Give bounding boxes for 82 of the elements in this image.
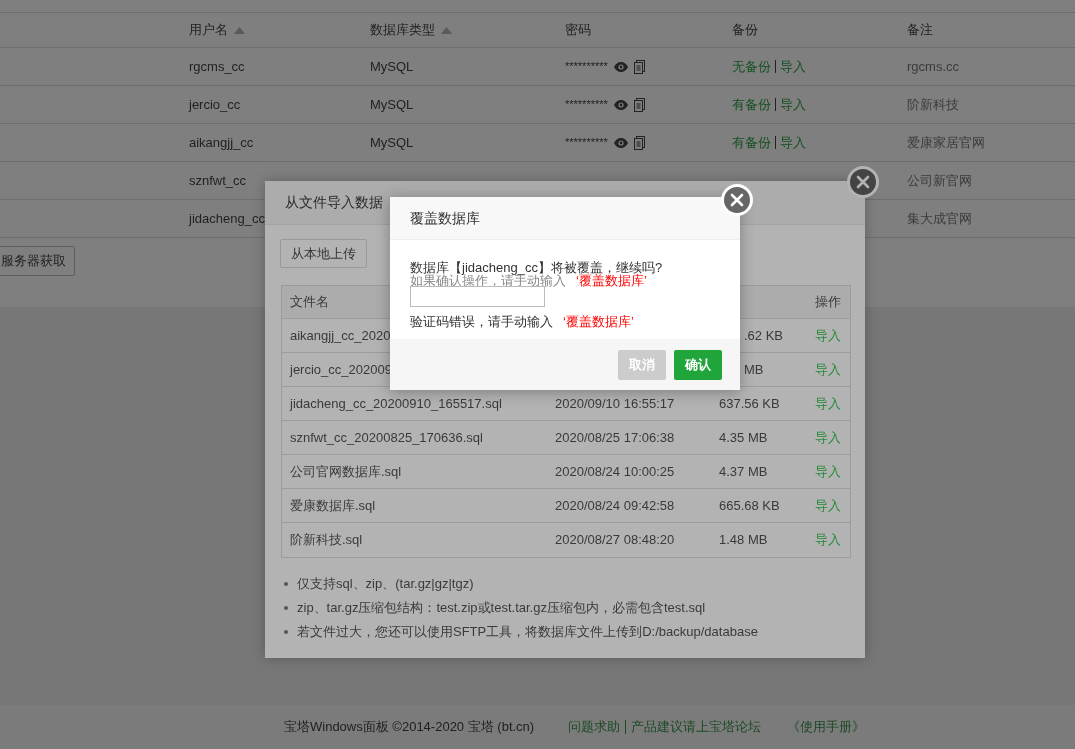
copy-icon[interactable] bbox=[633, 97, 645, 112]
size-cell: MB bbox=[744, 361, 764, 377]
table-cell-text: sznfwt_cc bbox=[189, 171, 247, 190]
import-link[interactable]: 导入 bbox=[815, 495, 841, 516]
footer-link[interactable]: 产品建议请上宝塔论坛 bbox=[631, 717, 762, 737]
hint-text: 如果确认操作，请手动输入 bbox=[410, 274, 566, 287]
note-text: 若文件过大，您还可以使用SFTP工具，将数据库文件上传到D:/backup/database bbox=[297, 622, 758, 641]
table-cell-text: 公司新官网 bbox=[907, 171, 972, 190]
eye-icon[interactable] bbox=[613, 99, 628, 110]
file-name-cell: sznfwt_cc_20200825_170636.sql bbox=[290, 429, 483, 445]
copy-icon[interactable] bbox=[633, 59, 645, 74]
import-link[interactable]: 导入 bbox=[815, 359, 841, 380]
eye-icon[interactable] bbox=[613, 61, 628, 72]
time-cell: 2020/09/10 16:55:17 bbox=[555, 395, 675, 411]
time-cell: 2020/08/25 17:06:38 bbox=[555, 429, 675, 445]
size-cell: 637.56 KB bbox=[719, 395, 780, 411]
server-fetch-button[interactable]: 服务器获取 bbox=[0, 246, 75, 276]
table-cell-text: MySQL bbox=[370, 57, 414, 76]
password-mask: ********** bbox=[565, 135, 608, 151]
table-cell-text: 爱康家居官网 bbox=[907, 133, 985, 152]
table-cell-text: jidacheng_cc bbox=[189, 209, 265, 228]
file-name-cell: 公司官网数据库.sql bbox=[290, 463, 402, 479]
file-name-cell: jidacheng_cc_20200910_165517.sql bbox=[290, 395, 502, 411]
table-cell-text: MySQL bbox=[370, 95, 414, 114]
import-link[interactable]: 导入 bbox=[780, 132, 806, 153]
time-cell: 2020/08/24 09:42:58 bbox=[555, 497, 675, 513]
file-name-cell: jercio_cc_202009 bbox=[290, 361, 392, 377]
import-link[interactable]: 导入 bbox=[780, 56, 806, 77]
footer-link[interactable]: 问题求助 bbox=[568, 717, 621, 737]
bullet-icon bbox=[284, 581, 288, 586]
import-link[interactable]: 导入 bbox=[815, 325, 841, 346]
note-text: zip、tar.gz压缩包结构：test.zip或test.tar.gz压缩包内，必需包含test.sql bbox=[297, 598, 706, 617]
backup-status-link[interactable]: 无备份 bbox=[732, 56, 771, 77]
bullet-icon bbox=[284, 605, 288, 610]
column-header: 备注 bbox=[907, 21, 933, 40]
table-cell-text: rgcms.cc bbox=[907, 57, 959, 76]
table-cell-text: 阶新科技 bbox=[907, 95, 959, 114]
column-header[interactable]: 数据库类型 bbox=[370, 20, 435, 40]
time-cell: 2020/08/27 08:48:20 bbox=[555, 532, 675, 548]
import-link[interactable]: 导入 bbox=[780, 94, 806, 115]
confirm-code-text: ‘覆盖数据库’ bbox=[563, 314, 634, 330]
import-link[interactable]: 导入 bbox=[815, 393, 841, 414]
bullet-icon bbox=[284, 629, 288, 634]
file-name-cell: 阶新科技.sql bbox=[290, 532, 363, 548]
confirm-message: 数据库【jidacheng_cc】将被覆盖，继续吗? bbox=[410, 260, 664, 275]
note-text: 仅支持sql、zip、(tar.gz|gz|tgz) bbox=[297, 574, 474, 593]
upload-button[interactable]: 从本地上传 bbox=[280, 239, 367, 268]
dialog-title: 覆盖数据库 bbox=[410, 208, 480, 228]
time-cell: 2020/08/24 10:00:25 bbox=[555, 463, 675, 479]
size-cell: 4.35 MB bbox=[719, 429, 768, 445]
password-mask: ********** bbox=[565, 97, 608, 113]
import-link[interactable]: 导入 bbox=[815, 530, 841, 550]
column-header[interactable]: 用户名 bbox=[189, 20, 228, 40]
size-cell: 665.68 KB bbox=[719, 497, 780, 513]
import-link[interactable]: 导入 bbox=[815, 427, 841, 448]
confirm-input-field[interactable] bbox=[410, 286, 545, 307]
file-name-cell: aikangjj_cc_2020 bbox=[290, 327, 391, 343]
file-name-cell: 爱康数据库.sql bbox=[290, 497, 376, 513]
eye-icon[interactable] bbox=[613, 137, 628, 148]
backup-status-link[interactable]: 有备份 bbox=[732, 132, 771, 153]
backup-status-link[interactable]: 有备份 bbox=[732, 94, 771, 115]
column-header: 操作 bbox=[815, 293, 841, 312]
table-cell-text: aikangjj_cc bbox=[189, 133, 254, 152]
column-header: 密码 bbox=[565, 21, 591, 40]
copyright-text: 宝塔Windows面板 ©2014-2020 宝塔 (bt.cn) bbox=[284, 718, 535, 737]
error-text: 验证码错误，请手动输入 bbox=[410, 314, 553, 330]
column-header: 文件名 bbox=[290, 293, 329, 312]
column-header: 备份 bbox=[732, 21, 758, 40]
size-cell: .62 KB bbox=[744, 327, 784, 343]
table-cell-text: 集大成官网 bbox=[907, 209, 972, 228]
copy-icon[interactable] bbox=[633, 135, 645, 150]
table-cell-text: MySQL bbox=[370, 133, 414, 152]
manual-link[interactable]: 《使用手册》 bbox=[787, 717, 866, 737]
size-cell: 4.37 MB bbox=[719, 463, 768, 479]
confirm-button[interactable]: 确认 bbox=[674, 349, 722, 380]
confirm-code-text: ‘覆盖数据库’ bbox=[576, 274, 647, 287]
import-link[interactable]: 导入 bbox=[815, 461, 841, 482]
dialog-title: 从文件导入数据 bbox=[285, 193, 383, 212]
table-cell-text: jercio_cc bbox=[189, 95, 241, 114]
size-cell: 1.48 MB bbox=[719, 532, 768, 548]
password-mask: ********** bbox=[565, 59, 608, 75]
table-cell-text: rgcms_cc bbox=[189, 57, 245, 76]
